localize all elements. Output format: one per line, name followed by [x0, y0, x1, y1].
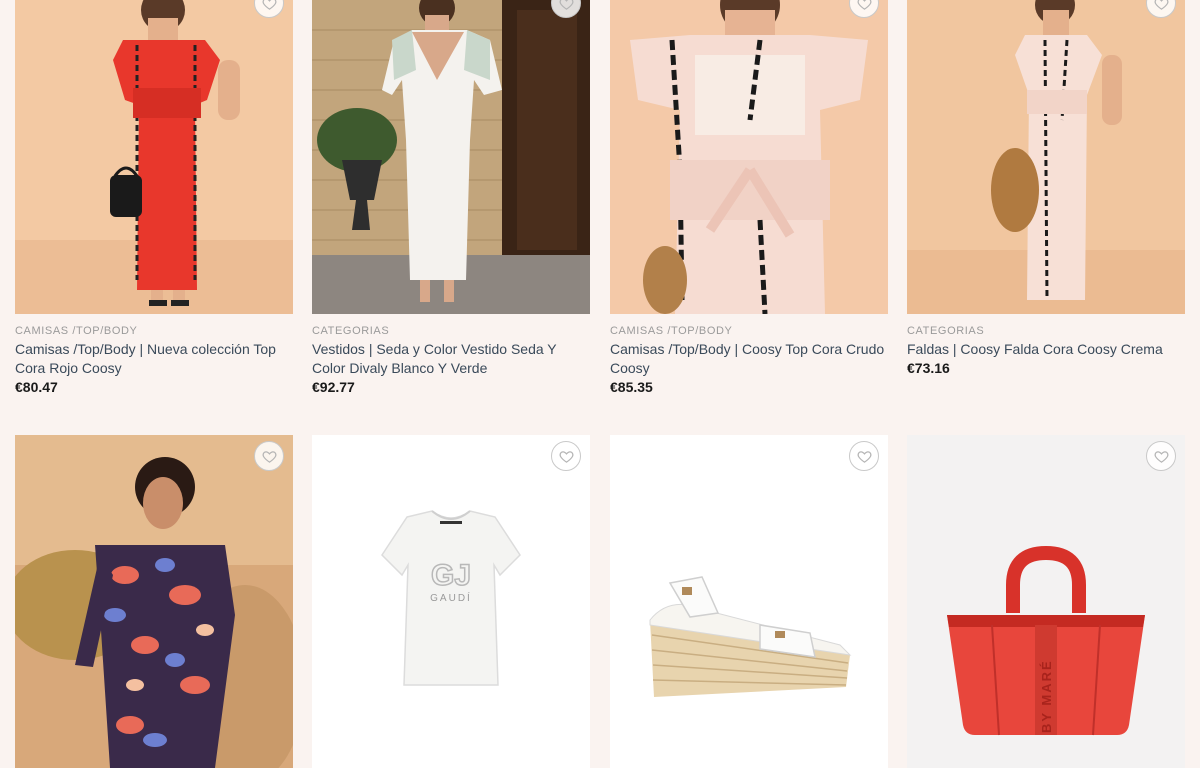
product-price: €85.35: [610, 379, 653, 395]
product-title[interactable]: Camisas /Top/Body | Coosy Top Cora Crudo…: [610, 340, 888, 378]
tshirt-logo-text: GJ: [431, 559, 471, 592]
product-image[interactable]: [610, 0, 888, 314]
tshirt-brand-text: GAUDÍ: [430, 591, 472, 604]
product-grid: CAMISAS /TOP/BODY Camisas /Top/Body | Nu…: [0, 0, 1200, 768]
product-card: [610, 435, 888, 768]
heart-outline-icon: [857, 450, 871, 463]
heart-outline-icon: [1154, 450, 1168, 463]
wishlist-button[interactable]: [551, 441, 581, 471]
heart-outline-icon: [262, 450, 276, 463]
product-image[interactable]: GJ GAUDÍ: [312, 435, 590, 768]
product-category[interactable]: CATEGORIAS: [907, 325, 1185, 337]
product-title[interactable]: Faldas | Coosy Falda Cora Coosy Crema: [907, 340, 1185, 359]
bag-print-text: BY MARÉ: [1039, 659, 1054, 733]
product-image[interactable]: [15, 0, 293, 314]
heart-outline-icon: [559, 450, 573, 463]
product-image[interactable]: [312, 0, 590, 314]
product-image[interactable]: [610, 435, 888, 768]
heart-outline-icon: [1154, 0, 1168, 10]
wishlist-button[interactable]: [849, 441, 879, 471]
product-image[interactable]: [907, 0, 1185, 314]
product-image[interactable]: [15, 435, 293, 768]
product-card: CATEGORIAS Faldas | Coosy Falda Cora Coo…: [907, 0, 1185, 376]
wishlist-button[interactable]: [1146, 441, 1176, 471]
product-category[interactable]: CAMISAS /TOP/BODY: [15, 325, 293, 337]
product-card: BY MARÉ: [907, 435, 1185, 768]
product-image[interactable]: BY MARÉ: [907, 435, 1185, 768]
product-price: €73.16: [907, 360, 950, 376]
product-card: CAMISAS /TOP/BODY Camisas /Top/Body | Co…: [610, 0, 888, 395]
product-price: €92.77: [312, 379, 355, 395]
product-category[interactable]: CAMISAS /TOP/BODY: [610, 325, 888, 337]
heart-outline-icon: [559, 0, 573, 10]
product-price: €80.47: [15, 379, 58, 395]
product-card: GJ GAUDÍ: [312, 435, 590, 768]
product-title[interactable]: Camisas /Top/Body | Nueva colección Top …: [15, 340, 293, 378]
product-title[interactable]: Vestidos | Seda y Color Vestido Seda Y C…: [312, 340, 590, 378]
heart-outline-icon: [857, 0, 871, 10]
product-category[interactable]: CATEGORIAS: [312, 325, 590, 337]
wishlist-button[interactable]: [254, 441, 284, 471]
heart-outline-icon: [262, 0, 276, 10]
product-card: CAMISAS /TOP/BODY Camisas /Top/Body | Nu…: [15, 0, 293, 395]
product-card: [15, 435, 293, 768]
product-card: CATEGORIAS Vestidos | Seda y Color Vesti…: [312, 0, 590, 395]
